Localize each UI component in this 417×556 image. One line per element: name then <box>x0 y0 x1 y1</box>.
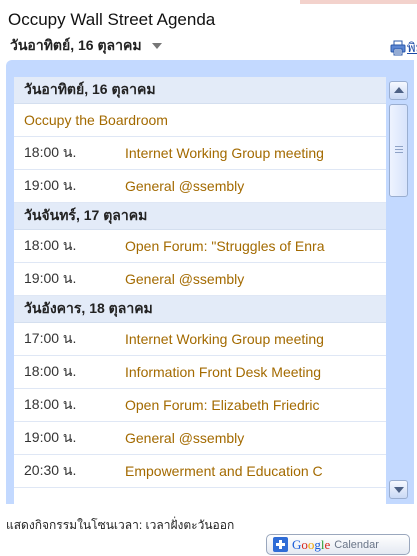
agenda-list[interactable]: วันอาทิตย์, 16 ตุลาคม Occupy the Boardroo… <box>14 77 386 504</box>
agenda-event-row[interactable]: 19:00 น. General @ssembly <box>14 422 386 455</box>
scrollbar[interactable] <box>389 77 414 504</box>
event-title-link[interactable]: Empowerment and Education C <box>125 463 323 479</box>
date-selector[interactable]: วันอาทิตย์, 16 ตุลาคม <box>10 36 162 56</box>
event-time: 18:00 น. <box>24 363 77 379</box>
printer-icon <box>390 40 406 55</box>
timezone-note: แสดงกิจกรรมในโซนเวลา: เวลาฝั่งตะวันออก <box>6 518 235 532</box>
event-time: 18:00 น. <box>24 237 77 253</box>
agenda-event-row[interactable]: 18:00 น. Open Forum: "Struggles of Enra <box>14 230 386 263</box>
agenda-event-row[interactable]: 19:00 น. General @ssembly <box>14 263 386 296</box>
date-selector-label: วันอาทิตย์, 16 ตุลาคม <box>10 37 142 53</box>
day-header: วันจันทร์, 17 ตุลาคม <box>14 203 386 230</box>
grip-line <box>395 152 403 153</box>
event-title-link[interactable]: Internet Working Group meeting <box>125 145 324 161</box>
event-time: 18:00 น. <box>24 144 77 160</box>
event-title-link[interactable]: General @ssembly <box>125 271 244 287</box>
agenda-event-row[interactable]: 18:00 น. Internet Working Group meeting <box>14 137 386 170</box>
grip-line <box>395 149 403 150</box>
agenda-event-row[interactable]: 19:00 น. General @ssembly <box>14 170 386 203</box>
add-to-google-calendar-button[interactable]: Google Calendar <box>266 534 410 555</box>
chevron-down-icon <box>151 43 162 49</box>
event-title-link[interactable]: Open Forum: "Struggles of Enra <box>125 238 325 254</box>
event-title-link[interactable]: Occupy the Boardroom <box>24 112 168 128</box>
grip-line <box>395 146 403 147</box>
plus-icon <box>273 537 288 552</box>
print-label: พิมพ์ <box>407 40 417 55</box>
event-title-link[interactable]: General @ssembly <box>125 178 244 194</box>
event-time: 20:30 น. <box>24 462 77 478</box>
agenda-event-row[interactable]: 18:00 น. Information Front Desk Meeting <box>14 356 386 389</box>
event-title-link[interactable]: Information Front Desk Meeting <box>125 364 321 380</box>
event-time: 19:00 น. <box>24 270 77 286</box>
top-decoration-strip <box>300 0 417 4</box>
event-time: 19:00 น. <box>24 177 77 193</box>
event-time: 17:00 น. <box>24 330 77 346</box>
calendar-label: Calendar <box>334 538 379 551</box>
scroll-up-button[interactable] <box>389 81 408 100</box>
print-link[interactable]: พิมพ์ <box>390 37 417 58</box>
scroll-thumb[interactable] <box>389 104 408 197</box>
scroll-down-button[interactable] <box>389 480 408 499</box>
agenda-event-row[interactable]: 20:30 น. Empowerment and Education C <box>14 455 386 488</box>
google-letter: e <box>324 536 331 552</box>
scroll-down-icon <box>394 487 404 493</box>
google-letter: G <box>292 536 302 552</box>
calendar-title: Occupy Wall Street Agenda <box>8 10 216 29</box>
day-header: วันอังคาร, 18 ตุลาคม <box>14 296 386 323</box>
day-header: วันอาทิตย์, 16 ตุลาคม <box>14 77 386 104</box>
agenda-frame: วันอาทิตย์, 16 ตุลาคม Occupy the Boardroo… <box>6 60 414 504</box>
agenda-event-row[interactable]: Occupy the Boardroom <box>14 104 386 137</box>
agenda-event-row[interactable]: 17:00 น. Internet Working Group meeting <box>14 323 386 356</box>
scroll-up-icon <box>394 87 404 93</box>
event-time: 19:00 น. <box>24 429 77 445</box>
event-title-link[interactable]: Internet Working Group meeting <box>125 331 324 347</box>
event-time: 18:00 น. <box>24 396 77 412</box>
event-title-link[interactable]: Open Forum: Elizabeth Friedric <box>125 397 320 413</box>
google-logo-text: Google <box>292 537 330 553</box>
agenda-event-row[interactable]: 18:00 น. Open Forum: Elizabeth Friedric <box>14 389 386 422</box>
event-title-link[interactable]: General @ssembly <box>125 430 244 446</box>
